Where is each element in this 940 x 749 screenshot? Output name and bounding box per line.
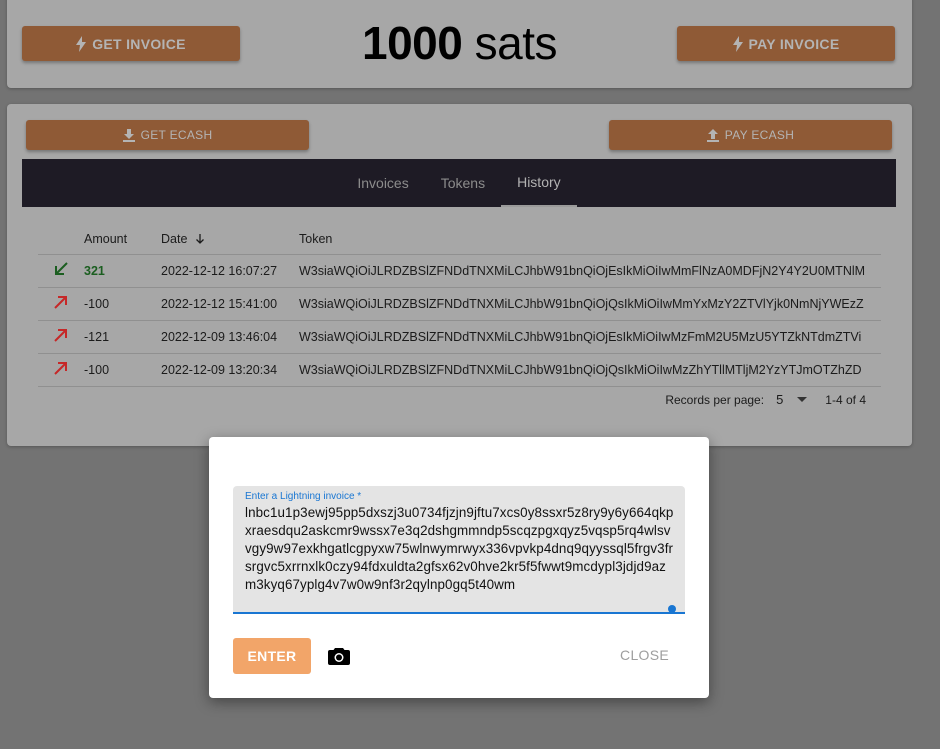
pay-invoice-label: PAY INVOICE: [748, 35, 840, 52]
token-cell[interactable]: W3siaWQiOiJLRDZBSlZFNDdTNXMiLCJhbW91bnQi…: [299, 287, 881, 321]
ecash-card: GET ECASH PAY ECASH Invoices Tokens Hist…: [7, 104, 912, 446]
records-per-page-select[interactable]: 5: [776, 392, 808, 407]
table-row[interactable]: 321 2022-12-12 16:07:27 W3siaWQiOiJLRDZB…: [38, 254, 881, 288]
date-cell: 2022-12-09 13:20:34: [161, 353, 299, 387]
amount-column-header[interactable]: Amount: [84, 224, 161, 255]
arrow-up-right-icon: [54, 296, 67, 309]
balance-number: 1000: [362, 17, 463, 69]
lightning-icon: [732, 35, 743, 52]
direction-cell: [38, 320, 84, 354]
table-header-row: Amount Date Token: [38, 224, 881, 255]
table-row[interactable]: -100 2022-12-12 15:41:00 W3siaWQiOiJLRDZ…: [38, 287, 881, 321]
upload-icon: [706, 128, 719, 142]
records-per-page-label: Records per page:: [665, 392, 765, 407]
arrow-up-right-icon: [54, 329, 67, 342]
lightning-invoice-dialog: Enter a Lightning invoice * lnbc1u1p3ewj…: [209, 437, 709, 698]
tab-tokens[interactable]: Tokens: [425, 159, 501, 207]
date-column-header[interactable]: Date: [161, 224, 299, 255]
date-cell: 2022-12-09 13:46:04: [161, 320, 299, 354]
token-cell[interactable]: W3siaWQiOiJLRDZBSlZFNDdTNXMiLCJhbW91bnQi…: [299, 353, 881, 387]
token-cell[interactable]: W3siaWQiOiJLRDZBSlZFNDdTNXMiLCJhbW91bnQi…: [299, 254, 881, 288]
table-row[interactable]: -121 2022-12-09 13:46:04 W3siaWQiOiJLRDZ…: [38, 320, 881, 354]
date-column-label: Date: [161, 231, 188, 246]
records-per-page-value: 5: [776, 392, 784, 407]
tabs-bar: Invoices Tokens History: [22, 159, 896, 207]
table-row[interactable]: -100 2022-12-09 13:20:34 W3siaWQiOiJLRDZ…: [38, 353, 881, 387]
history-table: Amount Date Token 321 2022-12-12 16:07:2…: [38, 224, 881, 387]
pagination: Records per page: 5 1-4 of 4: [7, 392, 866, 407]
direction-column-header: [38, 224, 84, 255]
pay-ecash-button[interactable]: PAY ECASH: [609, 120, 892, 150]
amount-cell: 321: [84, 254, 161, 288]
direction-cell: [38, 287, 84, 321]
invoice-field-value[interactable]: lnbc1u1p3ewj95pp5dxszj3u0734fjzjn9jftu7x…: [245, 504, 675, 594]
chevron-down-icon: [797, 396, 808, 402]
get-ecash-button[interactable]: GET ECASH: [26, 120, 309, 150]
tab-invoices[interactable]: Invoices: [341, 159, 424, 207]
balance-unit: sats: [474, 17, 558, 69]
pay-invoice-button[interactable]: PAY INVOICE: [677, 26, 895, 61]
arrow-down-icon: [195, 233, 204, 244]
invoice-field-label: Enter a Lightning invoice *: [245, 491, 362, 502]
arrow-up-right-icon: [54, 362, 67, 375]
scan-camera-button[interactable]: [327, 644, 351, 668]
pagination-range: 1-4 of 4: [825, 392, 866, 407]
close-button[interactable]: CLOSE: [620, 647, 669, 663]
direction-cell: [38, 353, 84, 387]
date-cell: 2022-12-12 16:07:27: [161, 254, 299, 288]
get-ecash-label: GET ECASH: [140, 128, 213, 142]
token-column-header[interactable]: Token: [299, 224, 881, 255]
token-cell[interactable]: W3siaWQiOiJLRDZBSlZFNDdTNXMiLCJhbW91bnQi…: [299, 320, 881, 354]
direction-cell: [38, 254, 84, 288]
tab-history[interactable]: History: [501, 159, 577, 207]
balance-card: GET INVOICE 1000 sats PAY INVOICE: [7, 0, 912, 88]
pay-ecash-label: PAY ECASH: [724, 128, 795, 142]
amount-cell: -100: [84, 287, 161, 321]
amount-cell: -100: [84, 353, 161, 387]
resize-handle[interactable]: [668, 605, 676, 613]
amount-cell: -121: [84, 320, 161, 354]
enter-button[interactable]: ENTER: [233, 638, 311, 674]
date-cell: 2022-12-12 15:41:00: [161, 287, 299, 321]
invoice-textarea[interactable]: Enter a Lightning invoice * lnbc1u1p3ewj…: [233, 486, 685, 614]
download-icon: [122, 128, 135, 142]
arrow-down-left-icon: [55, 262, 68, 275]
camera-icon: [328, 648, 350, 665]
